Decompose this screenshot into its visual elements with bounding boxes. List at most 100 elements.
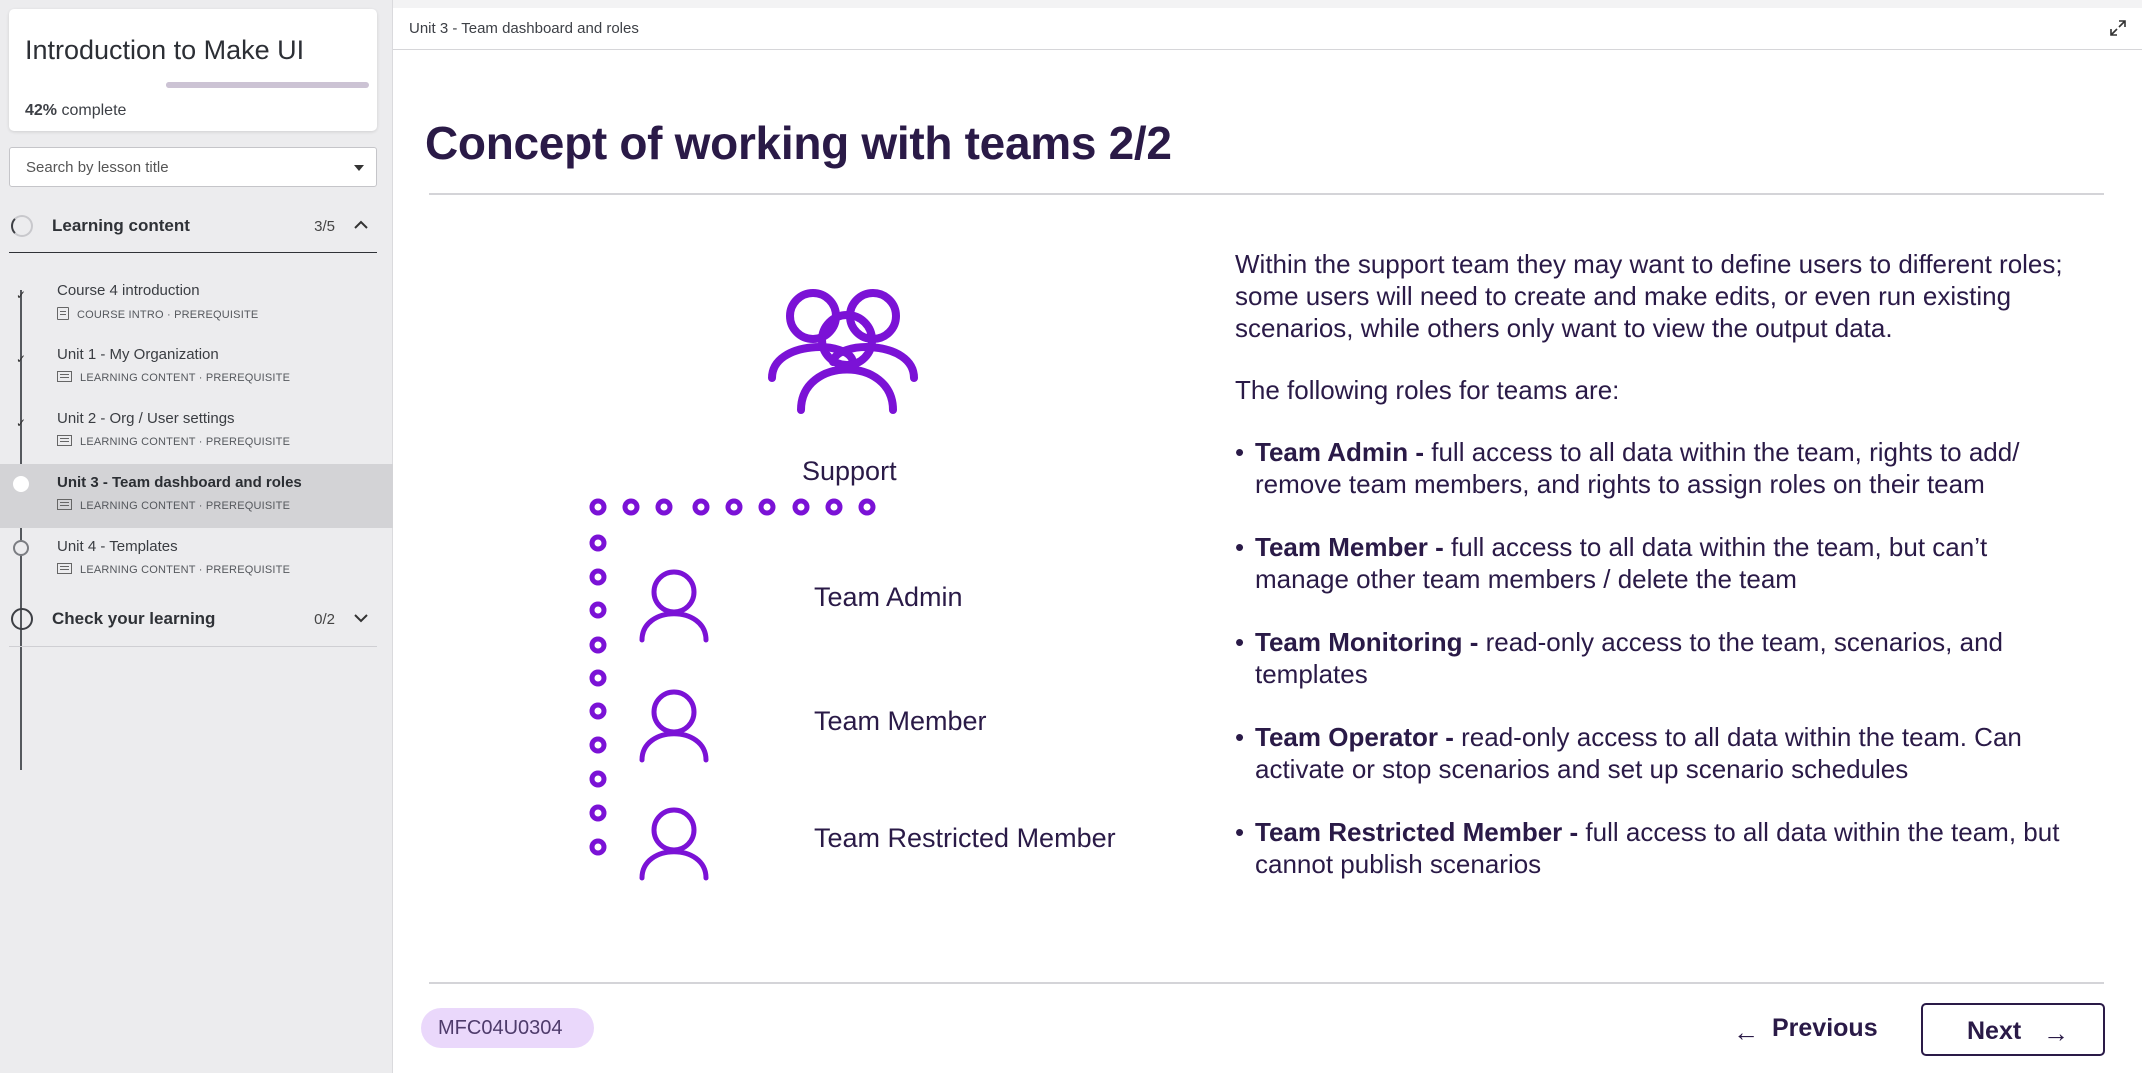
lesson-meta: LEARNING CONTENT · PREREQUISITE [57,435,290,448]
connector-dot [589,601,607,619]
arrow-right-icon: → [2043,1018,2069,1048]
progress-bar [166,82,369,88]
course-title: Introduction to Make UI [25,35,305,65]
role-item: Team Member - full access to all data wi… [1235,531,2085,595]
connector-dot [725,498,743,516]
check-icon: ✓ [15,352,27,366]
screen-icon [57,371,72,382]
connector-dot [758,498,776,516]
role-item: Team Operator - read-only access to all … [1235,721,2085,785]
lesson-item[interactable]: ✓ Course 4 introduction COURSE INTRO · P… [0,272,393,336]
expand-fullscreen-icon[interactable] [2108,18,2128,38]
connector-dot [692,498,710,516]
footer-divider [429,982,2104,984]
lesson-meta-text: LEARNING CONTENT · PREREQUISITE [80,436,291,448]
lesson-meta: LEARNING CONTENT · PREREQUISITE [57,563,290,576]
connector-dot [792,498,810,516]
course-sidebar: Introduction to Make UI 42% complete Sea… [0,0,393,1073]
lesson-text: Within the support team they may want to… [1235,248,2085,911]
connector-dot [622,498,640,516]
connector-dot [655,498,673,516]
lesson-search-select[interactable]: Search by lesson title [9,147,377,187]
lesson-item-current[interactable]: Unit 3 - Team dashboard and roles LEARNI… [0,464,393,528]
lesson-title: Unit 2 - Org / User settings [57,410,235,427]
title-divider [429,193,2104,195]
role-name: Team Member - [1255,532,1444,562]
role-label-team-admin: Team Admin [814,582,963,612]
lesson-code-badge: MFC04U0304 [421,1008,594,1048]
check-icon: ✓ [15,416,27,430]
section-label: Learning content [52,216,190,235]
progress-suffix: complete [61,102,127,119]
section-divider [9,252,377,253]
connector-dot [589,669,607,687]
role-label-team-restricted-member: Team Restricted Member [814,823,1116,853]
previous-button[interactable]: ← Previous [1730,1003,1880,1053]
lesson-item[interactable]: Unit 4 - Templates LEARNING CONTENT · PR… [0,528,393,592]
role-name: Team Admin - [1255,437,1425,467]
section-count: 0/2 [314,611,335,628]
next-button[interactable]: Next → [1921,1003,2105,1056]
connector-dot [858,498,876,516]
roles-list: Team Admin - full access to all data wit… [1235,436,2085,880]
progress-percent: 42% [25,102,58,119]
screen-icon [57,435,72,446]
section-learning-content[interactable]: Learning content 3/5 [9,199,377,251]
chevron-up-icon [354,220,368,229]
previous-label: Previous [1772,1014,1878,1042]
section-count: 3/5 [314,218,335,235]
connector-dot [589,498,607,516]
top-strip [393,0,2142,8]
page-title: Concept of working with teams 2/2 [425,117,1172,169]
connector-dot [589,838,607,856]
section-check-your-learning[interactable]: Check your learning 0/2 [9,592,377,644]
not-started-circle-icon [11,608,33,630]
lesson-title: Unit 4 - Templates [57,538,178,555]
lesson-code: MFC04U0304 [438,1017,563,1039]
partial-progress-icon [11,215,33,237]
role-name: Team Restricted Member - [1255,817,1579,847]
lesson-item[interactable]: ✓ Unit 1 - My Organization LEARNING CONT… [0,336,393,400]
breadcrumb: Unit 3 - Team dashboard and roles [409,20,639,37]
role-name: Team Monitoring - [1255,627,1479,657]
lesson-meta: LEARNING CONTENT · PREREQUISITE [57,371,290,384]
support-group-icon [768,289,918,414]
team-admin-person-icon [639,569,709,643]
document-icon [57,307,69,320]
connector-dot [589,804,607,822]
course-progress-card: Introduction to Make UI 42% complete [9,9,377,131]
progress-bar-fill [166,82,252,88]
lesson-meta: LEARNING CONTENT · PREREQUISITE [57,499,290,512]
lesson-item[interactable]: ✓ Unit 2 - Org / User settings LEARNING … [0,400,393,464]
lesson-meta: COURSE INTRO · PREREQUISITE [57,307,258,321]
role-name: Team Operator - [1255,722,1454,752]
screen-icon [57,563,72,574]
support-group-label: Support [802,456,897,486]
current-lesson-dot-icon [13,476,29,492]
connector-dot [589,636,607,654]
role-item: Team Admin - full access to all data wit… [1235,436,2085,500]
team-restricted-member-person-icon [639,807,709,881]
connector-dot [589,736,607,754]
role-label-team-member: Team Member [814,706,987,736]
arrow-left-icon: ← [1733,1017,1759,1047]
connector-dot [589,568,607,586]
team-roles-illustration: Support Team Admin Team Member Team Rest… [560,270,1160,900]
lesson-meta-text: LEARNING CONTENT · PREREQUISITE [80,372,291,384]
check-icon: ✓ [15,288,27,302]
section-label: Check your learning [52,609,216,628]
roles-heading: The following roles for teams are: [1235,375,1620,405]
connector-dot [589,534,607,552]
lesson-title: Unit 3 - Team dashboard and roles [57,474,302,491]
role-item: Team Restricted Member - full access to … [1235,816,2085,880]
next-label: Next [1967,1017,2022,1045]
role-item: Team Monitoring - read-only access to th… [1235,626,2085,690]
connector-dot [589,702,607,720]
connector-dot [825,498,843,516]
lesson-header: Unit 3 - Team dashboard and roles [393,8,2142,50]
lesson-meta-text: LEARNING CONTENT · PREREQUISITE [80,500,291,512]
lesson-meta-text: COURSE INTRO · PREREQUISITE [77,309,259,321]
section-divider [9,646,377,647]
lesson-title: Unit 1 - My Organization [57,346,219,363]
intro-paragraph: Within the support team they may want to… [1235,249,2063,343]
